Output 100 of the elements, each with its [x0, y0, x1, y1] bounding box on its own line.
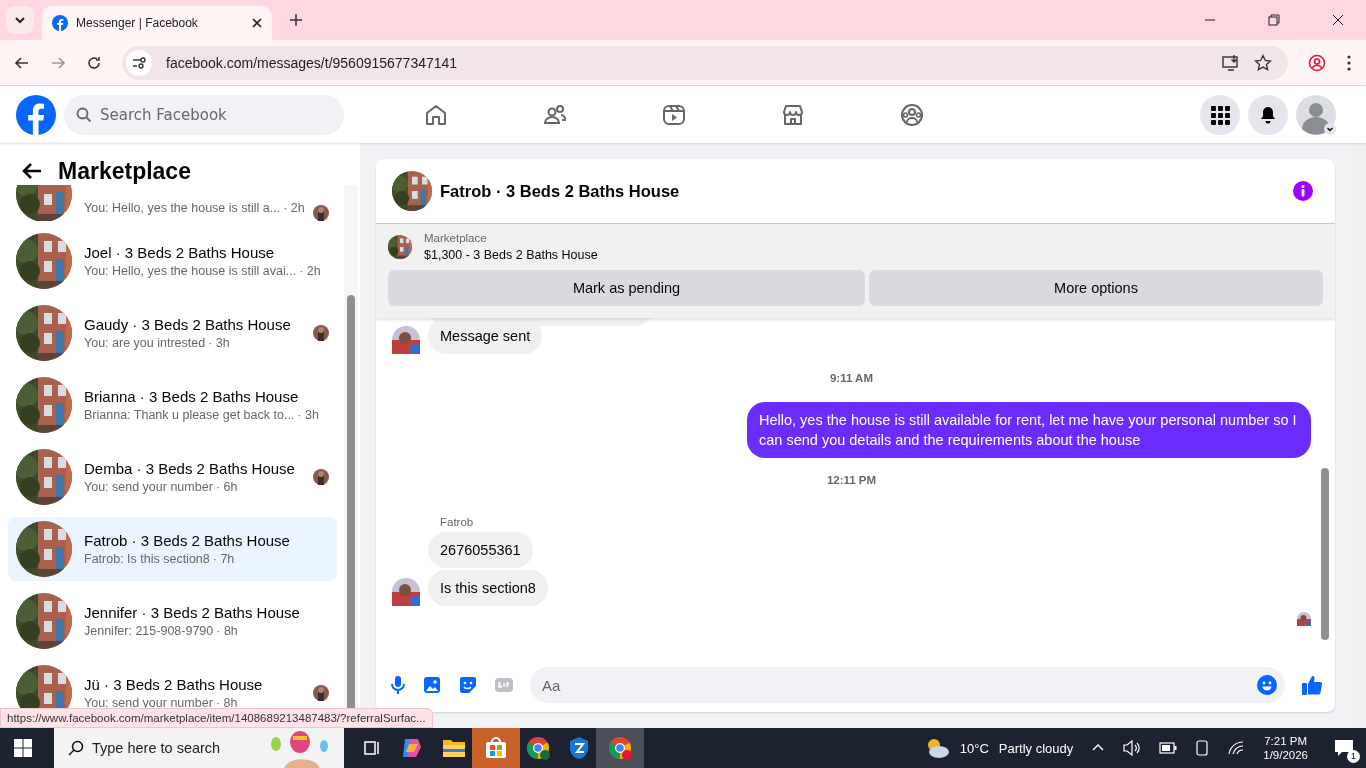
- account-button[interactable]: [1296, 94, 1336, 135]
- message-preview: You: send your number: [84, 480, 213, 494]
- message-time: · 8h: [216, 624, 238, 638]
- message-time: · 2h: [283, 201, 305, 215]
- conversation-item[interactable]: Gaudy · 3 Beds 2 Baths House You: are you intrested · 3h: [8, 301, 337, 365]
- copilot-icon[interactable]: [400, 736, 424, 760]
- chrome-taskbar-button[interactable]: [596, 728, 644, 768]
- groups-icon[interactable]: [900, 102, 924, 127]
- message-time: · 3h: [208, 336, 230, 350]
- timestamp: 12:11 PM: [825, 474, 878, 486]
- timestamp: 9:11 AM: [828, 372, 874, 384]
- address-field[interactable]: facebook.com/messages/t/9560915677347141: [122, 45, 1288, 80]
- chrome-icon: [608, 736, 632, 760]
- chevron-down-icon: [14, 14, 26, 26]
- link-preview-tooltip: https://www.facebook.com/marketplace/item/1408689213487483/?referralSurfac...: [0, 708, 433, 728]
- sidebar-title: Marketplace: [58, 157, 191, 185]
- weather-temperature: 10°C: [959, 740, 989, 756]
- action-button[interactable]: Mark as pending: [388, 270, 865, 306]
- browser-tab[interactable]: Messenger | Facebook: [42, 6, 272, 40]
- notifications-button[interactable]: [1248, 94, 1288, 135]
- windows-start-icon[interactable]: [14, 739, 32, 757]
- message-preview: Brianna: Thank u please get back to...: [84, 408, 295, 422]
- sticker-icon[interactable]: [458, 675, 478, 695]
- back-icon[interactable]: [14, 54, 30, 71]
- message-time: · 8h: [215, 696, 238, 710]
- install-app-icon[interactable]: [1222, 53, 1240, 72]
- conversation-name: Demba · 3 Beds 2 Baths House: [84, 460, 296, 477]
- listing-label: Marketplace: [424, 232, 488, 244]
- conversation-name: Jennifer · 3 Beds 2 Baths House: [84, 604, 301, 621]
- microphone-icon[interactable]: [390, 675, 406, 695]
- notification-count: 1: [1347, 750, 1360, 763]
- menu-button[interactable]: [1200, 94, 1240, 135]
- message-preview: Jennifer: 215-908-9790: [84, 624, 214, 638]
- close-icon[interactable]: [1332, 14, 1344, 26]
- message-preview: Fatrob: Is this section8: [84, 552, 210, 566]
- wifi-icon[interactable]: [1227, 740, 1246, 756]
- site-settings-icon[interactable]: [126, 49, 152, 76]
- scrollbar[interactable]: [1352, 143, 1366, 728]
- weather-condition: Partly cloudy: [998, 740, 1074, 756]
- message-bubble: Is this section8: [428, 570, 548, 606]
- reload-icon[interactable]: [86, 54, 102, 71]
- home-icon[interactable]: [424, 102, 448, 127]
- action-button[interactable]: More options: [869, 270, 1323, 306]
- image-icon[interactable]: [422, 675, 442, 695]
- taskbar-search-field[interactable]: Type here to search: [54, 728, 344, 768]
- video-icon[interactable]: [662, 102, 686, 127]
- message-field[interactable]: Aa: [530, 667, 1285, 703]
- info-icon[interactable]: [1293, 181, 1313, 201]
- conversation-item[interactable]: You: Hello, yes the house is still a... · 2h: [8, 185, 337, 221]
- phone-link-icon[interactable]: [1195, 740, 1210, 756]
- store-icon: [484, 736, 508, 760]
- message-time: · 2h: [299, 264, 321, 278]
- facebook-logo-icon[interactable]: [16, 94, 56, 135]
- message-time: · 6h: [215, 480, 238, 494]
- conversation-name: Brianna · 3 Beds 2 Baths House: [84, 388, 300, 405]
- restore-icon[interactable]: [1268, 14, 1280, 26]
- close-icon[interactable]: [252, 18, 262, 28]
- clock-time: 7:21 PM: [1264, 735, 1308, 747]
- back-arrow-icon[interactable]: [22, 162, 42, 180]
- bell-icon: [1258, 104, 1278, 125]
- url-text: facebook.com/messages/t/9560915677347141: [166, 54, 458, 71]
- speaker-icon[interactable]: [1123, 740, 1142, 756]
- star-icon[interactable]: [1254, 53, 1272, 72]
- new-tab-icon[interactable]: [290, 14, 302, 26]
- battery-icon[interactable]: [1159, 742, 1178, 754]
- clock-date: 1/9/2026: [1263, 749, 1308, 761]
- search-field[interactable]: Search Facebook: [64, 94, 344, 135]
- friends-icon[interactable]: [543, 102, 567, 127]
- more-icon[interactable]: [1346, 53, 1352, 72]
- message-preview: You: Hello, yes the house is still avai...: [84, 264, 297, 278]
- thumbs-up-icon[interactable]: [1301, 674, 1323, 696]
- shield-icon[interactable]: [568, 736, 590, 760]
- forward-icon[interactable]: [50, 54, 66, 71]
- avatar-icon: [1296, 94, 1336, 135]
- listing-title: $1,300 - 3 Beds 2 Baths House: [424, 248, 598, 262]
- tab-title: Messenger | Facebook: [76, 16, 199, 30]
- conversation-item[interactable]: Brianna · 3 Beds 2 Baths House Brianna: Thank u please get back to... · 3h: [8, 373, 337, 437]
- message-time: · 3h: [297, 408, 319, 422]
- folder-icon[interactable]: [442, 737, 466, 759]
- store-taskbar-button[interactable]: [472, 728, 520, 768]
- tab-search-button[interactable]: [6, 6, 34, 34]
- profile-icon[interactable]: [1308, 53, 1326, 72]
- message-preview: You: are you intrested: [84, 336, 206, 350]
- facebook-logo-icon: [52, 15, 68, 31]
- conversation-item[interactable]: Jennifer · 3 Beds 2 Baths House Jennifer: 215-908-9790 · 8h: [8, 589, 337, 653]
- conversation-name: Fatrob · 3 Beds 2 Baths House: [84, 532, 291, 549]
- conversation-item[interactable]: Fatrob · 3 Beds 2 Baths House Fatrob: Is this section8 · 7h: [8, 517, 337, 581]
- chrome-icon[interactable]: [526, 736, 550, 760]
- emoji-icon[interactable]: [1257, 675, 1277, 695]
- store-icon[interactable]: [781, 102, 805, 127]
- message-bubble: Hello, yes the house is still available for rent, let me have your personal number so I can send you details and the requirements about the house: [747, 402, 1311, 458]
- grid-icon: [1210, 104, 1230, 125]
- conversation-item[interactable]: Demba · 3 Beds 2 Baths House You: send your number · 6h: [8, 445, 337, 509]
- message-bubble: 2676055361: [428, 532, 533, 568]
- task-view-icon[interactable]: [362, 738, 382, 758]
- sender-name: Fatrob: [440, 516, 475, 528]
- message-preview: You: Hello, yes the house is still a...: [84, 201, 281, 215]
- conversation-item[interactable]: Joel · 3 Beds 2 Baths House You: Hello, yes the house is still avai... · 2h: [8, 229, 337, 293]
- notifications-icon[interactable]: [1334, 739, 1354, 757]
- conversation-name: Gaudy · 3 Beds 2 Baths House: [84, 316, 292, 333]
